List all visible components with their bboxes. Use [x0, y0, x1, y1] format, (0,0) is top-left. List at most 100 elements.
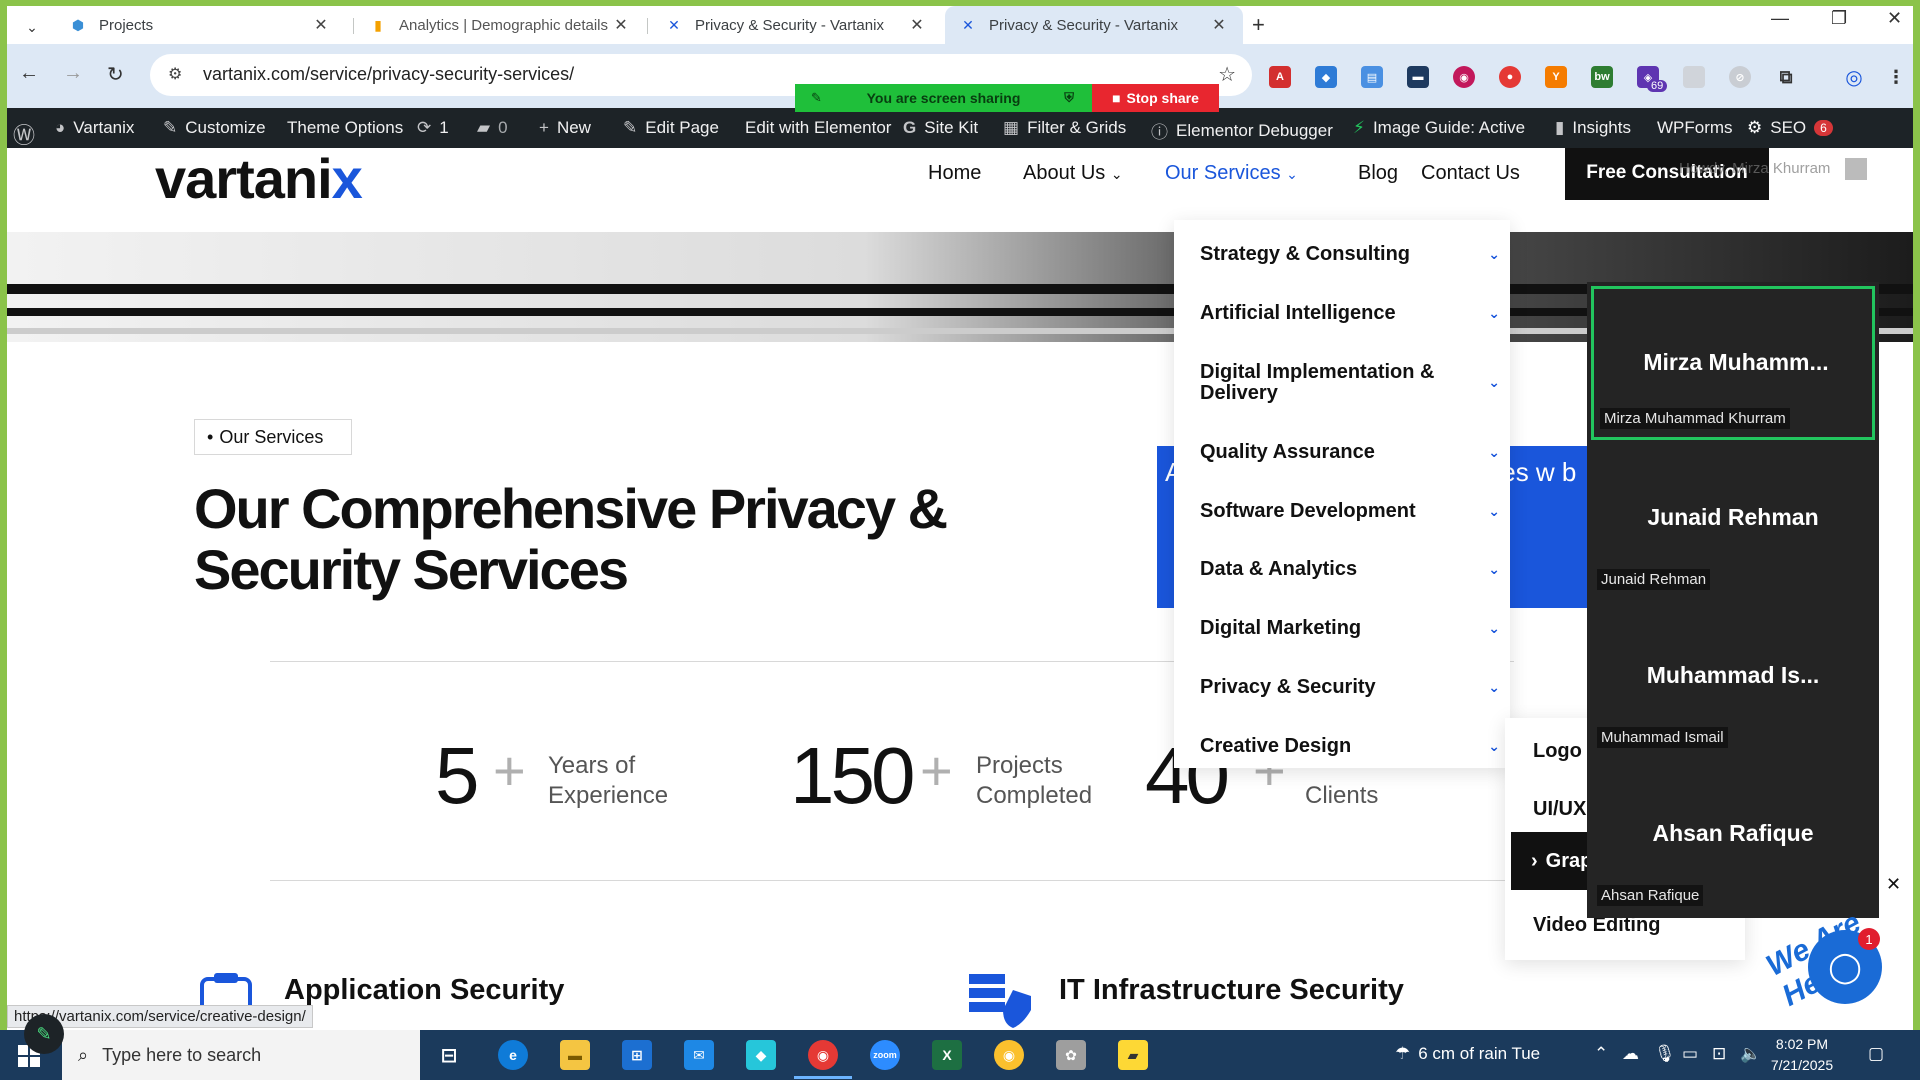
- menu-strategy-consulting[interactable]: Strategy & Consulting ⌄: [1200, 244, 1500, 265]
- participant-tile[interactable]: Mirza Muhamm... Mirza Muhammad Khurram: [1591, 286, 1875, 440]
- shield-extension-icon[interactable]: ◆: [1315, 66, 1337, 88]
- tab-projects[interactable]: ⬢ Projects ✕: [55, 6, 345, 44]
- stop-share-button[interactable]: ■ Stop share: [1092, 84, 1219, 112]
- admin-edit-page[interactable]: ✎ Edit Page: [623, 118, 719, 138]
- it-infrastructure-icon: [969, 974, 1031, 1028]
- docs-extension-icon[interactable]: ▤: [1361, 66, 1383, 88]
- admin-theme-options[interactable]: Theme Options: [287, 118, 403, 138]
- tab-analytics[interactable]: ▮ Analytics | Demographic details ✕: [355, 6, 645, 44]
- admin-site-link[interactable]: ◕ Vartanix: [55, 118, 134, 138]
- edit-pencil-icon[interactable]: ✎: [24, 1014, 64, 1054]
- nav-blog[interactable]: Blog: [1358, 162, 1398, 185]
- paint-icon[interactable]: ✿: [1056, 1040, 1086, 1070]
- participant-tile[interactable]: Ahsan Rafique Ahsan Rafique: [1591, 760, 1875, 914]
- network-icon[interactable]: ⊡: [1712, 1044, 1726, 1064]
- admin-insights[interactable]: ▮ Insights: [1555, 118, 1631, 138]
- color-extension-icon[interactable]: ◉: [1453, 66, 1475, 88]
- close-tab-icon[interactable]: ✕: [311, 15, 331, 35]
- admin-wpforms[interactable]: WPForms: [1657, 118, 1733, 138]
- menu-quality-assurance[interactable]: Quality Assurance ⌄: [1200, 442, 1500, 463]
- tab-separator: [647, 18, 648, 34]
- new-tab-button[interactable]: +: [1252, 12, 1265, 38]
- menu-creative-design[interactable]: Creative Design ⌄: [1200, 736, 1500, 757]
- battery-icon[interactable]: ▭: [1682, 1044, 1698, 1064]
- microphone-icon[interactable]: 🎙: [1654, 1044, 1676, 1064]
- admin-seo[interactable]: ⚙ SEO 6: [1747, 118, 1833, 138]
- excel-icon[interactable]: X: [932, 1040, 962, 1070]
- admin-updates[interactable]: ⟳ 1: [417, 118, 449, 138]
- participant-tile[interactable]: Muhammad Is... Muhammad Ismail: [1591, 602, 1875, 756]
- pdf-extension-icon[interactable]: A: [1269, 66, 1291, 88]
- file-explorer-icon[interactable]: ▬: [560, 1040, 590, 1070]
- reload-icon[interactable]: ↻: [107, 62, 124, 87]
- profile-icon[interactable]: ◎: [1843, 66, 1865, 89]
- admin-filter-grids[interactable]: ▦ Filter & Grids: [1003, 118, 1126, 138]
- admin-customize[interactable]: ✎ Customize: [163, 118, 266, 138]
- notifications-icon[interactable]: ▢: [1868, 1044, 1884, 1064]
- updates-icon: ⟳: [417, 118, 432, 137]
- menu-artificial-intelligence[interactable]: Artificial Intelligence ⌄: [1200, 303, 1500, 324]
- taskbar-clock[interactable]: 8:02 PM 7/21/2025: [1762, 1034, 1842, 1076]
- nav-our-services[interactable]: Our Services ⌄: [1165, 162, 1298, 185]
- taskbar-search[interactable]: ⌕ Type here to search: [62, 1030, 420, 1080]
- menu-data-analytics[interactable]: Data & Analytics ⌄: [1200, 559, 1500, 580]
- weather-widget[interactable]: ☂ 6 cm of rain Tue: [1395, 1044, 1540, 1064]
- volume-icon[interactable]: 🔈: [1740, 1044, 1761, 1064]
- application-security-title[interactable]: Application Security: [284, 974, 564, 1007]
- admin-elementor-debugger[interactable]: ⓘ Elementor Debugger: [1151, 118, 1333, 143]
- admin-comments[interactable]: ▰ 0: [477, 118, 508, 138]
- zoom-icon[interactable]: zoom: [870, 1040, 900, 1070]
- participant-tile[interactable]: Junaid Rehman Junaid Rehman: [1591, 444, 1875, 598]
- close-tab-icon[interactable]: ✕: [611, 15, 631, 35]
- lightning-icon: ⚡: [1353, 118, 1365, 137]
- forward-icon[interactable]: →: [63, 62, 83, 85]
- nav-contact-us[interactable]: Contact Us: [1421, 162, 1520, 185]
- restore-icon[interactable]: ❐: [1831, 8, 1847, 29]
- bookmark-star-icon[interactable]: ☆: [1218, 62, 1236, 87]
- close-window-icon[interactable]: ✕: [1887, 8, 1902, 29]
- admin-new[interactable]: + New: [539, 118, 591, 138]
- mail-icon[interactable]: ✉: [684, 1040, 714, 1070]
- edge-icon[interactable]: e: [498, 1040, 528, 1070]
- back-icon[interactable]: ←: [19, 62, 39, 85]
- y-extension-icon[interactable]: Y: [1545, 66, 1567, 88]
- site-logo[interactable]: vartanix: [155, 148, 363, 211]
- wordpress-icon[interactable]: Ⓦ: [13, 118, 43, 150]
- tab-privacy-security[interactable]: ✕ Privacy & Security - Vartanix ✕: [651, 6, 941, 44]
- menu-digital-marketing[interactable]: Digital Marketing ⌄: [1200, 618, 1500, 639]
- app-icon[interactable]: ◆: [746, 1040, 776, 1070]
- close-tab-icon[interactable]: ✕: [907, 15, 927, 35]
- pokeball-extension-icon[interactable]: ●: [1499, 66, 1521, 88]
- admin-edit-elementor[interactable]: Edit with Elementor: [745, 118, 891, 138]
- url-text[interactable]: vartanix.com/service/privacy-security-se…: [203, 64, 574, 85]
- close-tab-icon[interactable]: ✕: [1209, 15, 1229, 35]
- sticky-notes-icon[interactable]: ▰: [1118, 1040, 1148, 1070]
- admin-site-kit[interactable]: G Site Kit: [903, 118, 978, 138]
- onedrive-icon[interactable]: ☁: [1622, 1044, 1639, 1064]
- menu-digital-implementation[interactable]: Digital Implementation & Delivery ⌄: [1200, 362, 1500, 404]
- it-infrastructure-title[interactable]: IT Infrastructure Security: [1059, 974, 1404, 1007]
- menu-software-development[interactable]: Software Development ⌄: [1200, 501, 1500, 522]
- tab-privacy-security-active[interactable]: ✕ Privacy & Security - Vartanix ✕: [945, 6, 1243, 44]
- more-menu-icon[interactable]: ⋮: [1885, 66, 1907, 88]
- blank-extension-icon[interactable]: [1683, 66, 1705, 88]
- chrome-icon[interactable]: ◉: [808, 1040, 838, 1070]
- screen-share-status[interactable]: ✎ You are screen sharing ⛨: [795, 84, 1092, 112]
- folder-extension-icon[interactable]: ▬: [1407, 66, 1429, 88]
- nav-home[interactable]: Home: [928, 162, 981, 185]
- tray-chevron-up-icon[interactable]: ⌃: [1594, 1044, 1608, 1064]
- menu-privacy-security[interactable]: Privacy & Security ⌄: [1200, 677, 1500, 698]
- chrome-profile-icon[interactable]: ◉: [994, 1040, 1024, 1070]
- minimize-icon[interactable]: —: [1771, 8, 1789, 29]
- tab-search-dropdown[interactable]: ⌄: [15, 10, 49, 44]
- bw-extension-icon[interactable]: bw: [1591, 66, 1613, 88]
- site-settings-icon[interactable]: ⚙: [168, 64, 182, 84]
- admin-howdy[interactable]: Howdy, Mirza Khurram: [1679, 160, 1830, 177]
- task-view-icon[interactable]: ⊟: [434, 1040, 464, 1070]
- compass-extension-icon[interactable]: ⊘: [1729, 66, 1751, 88]
- puzzle-extensions-icon[interactable]: ⧉: [1775, 66, 1797, 88]
- admin-image-guide[interactable]: ⚡ Image Guide: Active: [1353, 118, 1525, 138]
- store-icon[interactable]: ⊞: [622, 1040, 652, 1070]
- nav-about-us[interactable]: About Us ⌄: [1023, 162, 1123, 185]
- avatar[interactable]: [1845, 158, 1867, 180]
